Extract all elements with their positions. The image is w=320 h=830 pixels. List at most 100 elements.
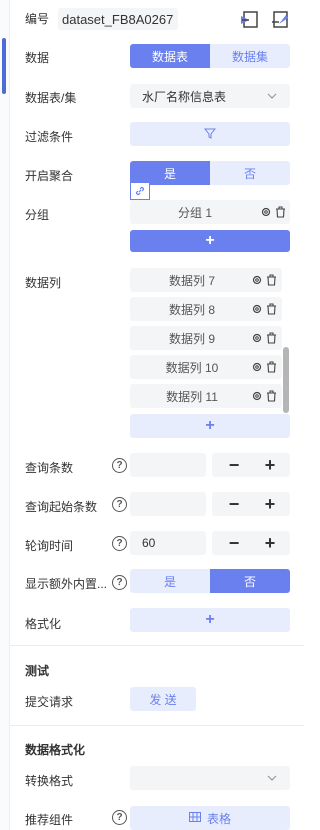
- help-icon[interactable]: ?: [112, 575, 127, 590]
- test-section-title: 测试: [25, 664, 50, 678]
- add-format-button[interactable]: +: [130, 608, 290, 632]
- active-indicator: [2, 38, 6, 94]
- extra-builtin-option-no[interactable]: 否: [210, 569, 290, 593]
- poll-time-input[interactable]: 60: [130, 531, 206, 555]
- aggregate-option-no[interactable]: 否: [210, 161, 290, 185]
- id-row: 编号: [25, 10, 49, 27]
- convert-label: 转换格式: [25, 774, 74, 788]
- data-format-section-title: 数据格式化: [25, 743, 86, 757]
- help-icon[interactable]: ?: [112, 810, 127, 825]
- column-item-label: 数据列 7: [168, 273, 215, 288]
- chevron-down-icon: [266, 772, 278, 787]
- table-select-value: 水厂名称信息表: [142, 89, 227, 104]
- query-start-stepper: − +: [212, 492, 290, 516]
- data-source-option-table[interactable]: 数据表: [130, 44, 210, 68]
- help-icon[interactable]: ?: [112, 458, 127, 473]
- poll-time-row: 轮询时间: [25, 537, 73, 554]
- plus-button[interactable]: +: [260, 494, 280, 515]
- gear-icon[interactable]: [260, 206, 272, 218]
- extra-builtin-option-yes[interactable]: 是: [130, 569, 210, 593]
- link-icon[interactable]: [130, 182, 150, 200]
- minus-button[interactable]: −: [224, 533, 244, 554]
- send-button[interactable]: 发 送: [130, 687, 196, 711]
- column-item[interactable]: 数据列 8: [130, 297, 282, 321]
- trash-icon[interactable]: [266, 303, 277, 315]
- submit-label: 提交请求: [25, 695, 74, 709]
- id-label: 编号: [25, 12, 50, 26]
- help-icon[interactable]: ?: [112, 497, 127, 512]
- query-start-label: 查询起始条数: [25, 500, 98, 514]
- gear-icon[interactable]: [251, 332, 263, 344]
- table-select-dropdown[interactable]: 水厂名称信息表: [130, 84, 290, 108]
- recommend-component-value: 表格: [206, 811, 231, 826]
- convert-format-dropdown[interactable]: [130, 766, 290, 790]
- chevron-down-icon: [266, 90, 278, 105]
- group-item[interactable]: 分组 1: [130, 200, 290, 224]
- gear-icon[interactable]: [251, 303, 263, 315]
- table-select-row: 数据表/集: [25, 89, 76, 106]
- add-column-button[interactable]: +: [130, 414, 290, 438]
- filter-label: 过滤条件: [25, 130, 74, 144]
- column-item-label: 数据列 10: [165, 360, 219, 375]
- column-item[interactable]: 数据列 11: [130, 384, 282, 408]
- gear-icon[interactable]: [251, 390, 263, 402]
- data-source-option-dataset[interactable]: 数据集: [210, 44, 290, 68]
- plus-button[interactable]: +: [260, 455, 280, 476]
- recommend-component-button[interactable]: 表格: [130, 806, 290, 830]
- columns-label: 数据列: [25, 276, 62, 290]
- recommend-row: 推荐组件: [25, 811, 73, 828]
- gear-icon[interactable]: [251, 361, 263, 373]
- minus-button[interactable]: −: [224, 494, 244, 515]
- submit-row: 提交请求: [25, 693, 73, 710]
- recommend-label: 推荐组件: [25, 813, 74, 827]
- gear-icon[interactable]: [251, 274, 263, 286]
- filter-row: 过滤条件: [25, 128, 73, 145]
- trash-icon[interactable]: [266, 390, 277, 402]
- format-row: 格式化: [25, 615, 61, 632]
- query-count-input[interactable]: [130, 453, 206, 477]
- columns-row: 数据列: [25, 274, 61, 291]
- aggregate-label: 开启聚合: [25, 169, 74, 183]
- divider: [10, 645, 304, 646]
- data-source-row: 数据: [25, 49, 49, 66]
- export-icon[interactable]: [270, 9, 290, 29]
- query-start-input[interactable]: [130, 492, 206, 516]
- left-sidebar-strip: [0, 0, 10, 830]
- column-item[interactable]: 数据列 7: [130, 268, 282, 292]
- column-item-label: 数据列 9: [168, 331, 215, 346]
- data-source-label: 数据: [25, 51, 50, 65]
- aggregate-row: 开启聚合: [25, 167, 73, 184]
- trash-icon[interactable]: [266, 361, 277, 373]
- format-label: 格式化: [25, 617, 62, 631]
- column-item[interactable]: 数据列 9: [130, 326, 282, 350]
- trash-icon[interactable]: [266, 274, 277, 286]
- extra-builtin-row: 显示额外内置...: [25, 575, 107, 592]
- query-count-row: 查询条数: [25, 459, 73, 476]
- poll-time-label: 轮询时间: [25, 539, 74, 553]
- add-group-button[interactable]: +: [130, 230, 290, 252]
- table-select-label: 数据表/集: [25, 91, 77, 105]
- column-item[interactable]: 数据列 10: [130, 355, 282, 379]
- help-icon[interactable]: ?: [112, 536, 127, 551]
- table-icon: [188, 811, 201, 825]
- query-count-stepper: − +: [212, 453, 290, 477]
- query-count-label: 查询条数: [25, 461, 74, 475]
- trash-icon[interactable]: [266, 332, 277, 344]
- send-button-label: 发 送: [149, 692, 177, 707]
- extra-builtin-toggle[interactable]: 是 否: [130, 569, 290, 593]
- plus-button[interactable]: +: [260, 533, 280, 554]
- columns-scrollbar[interactable]: [283, 347, 289, 413]
- data-source-toggle[interactable]: 数据表 数据集: [130, 44, 290, 68]
- trash-icon[interactable]: [275, 206, 286, 218]
- minus-button[interactable]: −: [224, 455, 244, 476]
- aggregate-toggle[interactable]: 是 否: [130, 161, 290, 185]
- poll-time-stepper: − +: [212, 531, 290, 555]
- filter-icon: [203, 127, 217, 142]
- filter-button[interactable]: [130, 122, 290, 146]
- group-row: 分组: [25, 206, 49, 223]
- extra-builtin-label: 显示额外内置...: [25, 577, 108, 591]
- import-icon[interactable]: [240, 9, 260, 29]
- divider: [10, 725, 304, 726]
- group-label: 分组: [25, 208, 50, 222]
- poll-time-value: 60: [142, 536, 156, 550]
